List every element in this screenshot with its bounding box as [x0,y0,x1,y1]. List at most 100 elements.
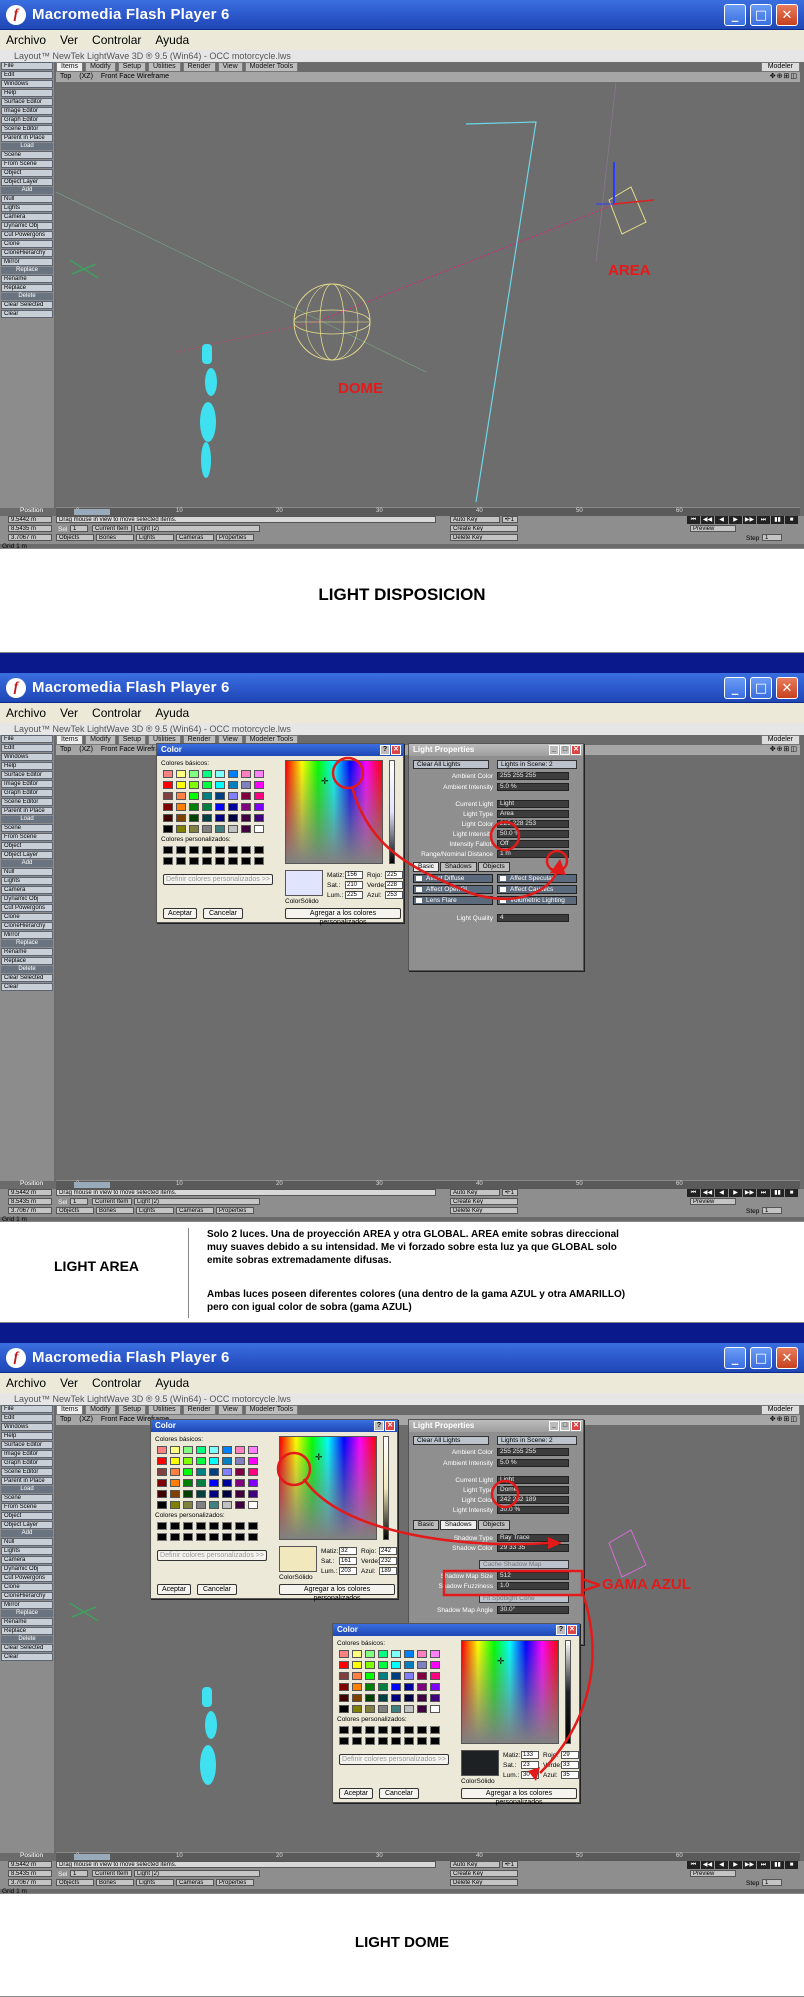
color-swatch[interactable] [215,814,225,822]
sidebar-item-mirror[interactable]: Mirror [1,258,53,266]
hue-field[interactable]: 32 [339,1547,357,1555]
current-item-select[interactable]: Light (2) [134,1198,260,1205]
color-swatch[interactable] [378,1672,388,1680]
tab-items[interactable]: Items [56,1405,84,1415]
color-swatch[interactable] [248,1490,258,1498]
color-swatch[interactable] [228,803,238,811]
check-affect-specular[interactable]: Affect Specular [497,874,577,883]
color-swatch[interactable] [254,814,264,822]
ambient-color-value[interactable]: 255 255 255 [497,772,569,780]
color-swatch[interactable] [196,1468,206,1476]
color-swatch[interactable] [235,1490,245,1498]
sidebar-item-clear-selected[interactable]: Clear Selected [1,1644,53,1652]
auto-key-button[interactable]: Auto Key [450,1861,500,1868]
color-swatch[interactable] [163,781,173,789]
shadow-map-size-value[interactable]: 512 [497,1572,569,1580]
sidebar-item-mirror[interactable]: Mirror [1,1601,53,1609]
bottom-tab-objects[interactable]: Objects [56,1879,94,1886]
color-swatch[interactable] [209,1501,219,1509]
tab-modify[interactable]: Modify [85,735,116,745]
custom-swatch[interactable] [404,1737,414,1745]
maximize-icon[interactable]: □ [750,1347,772,1369]
sidebar-item-clone[interactable]: Clone [1,240,53,248]
x-value[interactable]: 9.5442 m [8,1861,52,1868]
transport-icon[interactable]: ▶▶ [743,516,756,524]
color-swatch[interactable] [176,770,186,778]
sidebar-item-file[interactable]: File [1,62,53,70]
camera-icon[interactable] [69,259,99,279]
sidebar-item-edit[interactable]: Edit [1,1414,53,1422]
create-key-button[interactable]: Create Key [450,1198,518,1205]
view-mode[interactable]: Top [60,72,71,82]
custom-swatch[interactable] [215,857,225,865]
custom-swatch[interactable] [189,846,199,854]
color-swatch[interactable] [170,1501,180,1509]
color-swatch[interactable] [404,1683,414,1691]
bottom-tab-objects[interactable]: Objects [56,1207,94,1214]
color-swatch[interactable] [241,792,251,800]
color-swatch[interactable] [417,1650,427,1658]
custom-swatch[interactable] [241,857,251,865]
color-swatch[interactable] [391,1650,401,1658]
view-xz[interactable]: (XZ) [79,72,93,82]
color-swatch[interactable] [202,803,212,811]
custom-swatch[interactable] [222,1522,232,1530]
custom-swatch[interactable] [352,1726,362,1734]
transport-icon[interactable]: ▶▶ [743,1861,756,1869]
custom-swatch[interactable] [430,1726,440,1734]
custom-swatch[interactable] [235,1522,245,1530]
bottom-tab-lights[interactable]: Lights [136,534,174,541]
sidebar-item-clear-selected[interactable]: Clear Selected [1,974,53,982]
shadow-fuzziness-value[interactable]: 1.0 [497,1582,569,1590]
color-swatch[interactable] [222,1446,232,1454]
tab-setup[interactable]: Setup [117,1405,147,1415]
color-spectrum[interactable] [461,1640,559,1744]
color-swatch[interactable] [378,1694,388,1702]
color-swatch[interactable] [404,1672,414,1680]
check-affect-diffuse[interactable]: Affect Diffuse [413,874,493,883]
custom-swatch[interactable] [254,857,264,865]
color-swatch[interactable] [248,1479,258,1487]
sidebar-item-from-scene[interactable]: From Scene [1,160,53,168]
sidebar-item-clear[interactable]: Clear [1,310,53,318]
transport-icon[interactable]: ⏮ [687,516,700,524]
sidebar-item-rename[interactable]: Rename [1,1618,53,1626]
transport-icon[interactable]: ⏭ [757,1189,770,1197]
intensity-falloff-value[interactable]: Off [497,840,569,848]
shadow-type-value[interactable]: Ray Trace [497,1534,569,1542]
color-swatch[interactable] [404,1705,414,1713]
color-swatch[interactable] [189,781,199,789]
sidebar-item-surface-editor[interactable]: Surface Editor [1,98,53,106]
transport-icon[interactable]: ■ [785,1861,798,1869]
sidebar-item-surface-editor[interactable]: Surface Editor [1,771,53,779]
bottom-tab-cameras[interactable]: Cameras [176,1207,214,1214]
close-icon[interactable]: ✕ [571,1421,581,1431]
transport-icon[interactable]: ◀◀ [701,1861,714,1869]
transport-icon[interactable]: ◀ [715,516,728,524]
help-icon[interactable]: ? [380,745,390,755]
color-swatch[interactable] [430,1705,440,1713]
color-swatch[interactable] [248,1457,258,1465]
color-swatch[interactable] [228,770,238,778]
color-swatch[interactable] [254,770,264,778]
modeler-button[interactable]: Modeler [760,735,800,745]
sidebar-item-cut-powergons[interactable]: Cut Powergons [1,231,53,239]
sidebar-item-windows[interactable]: Windows [1,80,53,88]
sidebar-item-rename[interactable]: Rename [1,275,53,283]
color-swatch[interactable] [417,1705,427,1713]
y-value[interactable]: 8.5435 m [8,1870,52,1877]
custom-swatch[interactable] [196,1533,206,1541]
accept-button[interactable]: Aceptar [157,1584,191,1595]
custom-swatch[interactable] [215,846,225,854]
color-swatch[interactable] [228,792,238,800]
sidebar-item-scene[interactable]: Scene [1,151,53,159]
bottom-tab-properties[interactable]: Properties [216,1207,254,1214]
sidebar-item-camera[interactable]: Camera [1,1556,53,1564]
x-value[interactable]: 9.5442 m [8,516,52,523]
menu-controlar[interactable]: Controlar [92,1376,141,1390]
color-swatch[interactable] [176,814,186,822]
color-swatch[interactable] [222,1501,232,1509]
color-swatch[interactable] [378,1705,388,1713]
sidebar-item-edit[interactable]: Edit [1,71,53,79]
color-swatch[interactable] [209,1457,219,1465]
